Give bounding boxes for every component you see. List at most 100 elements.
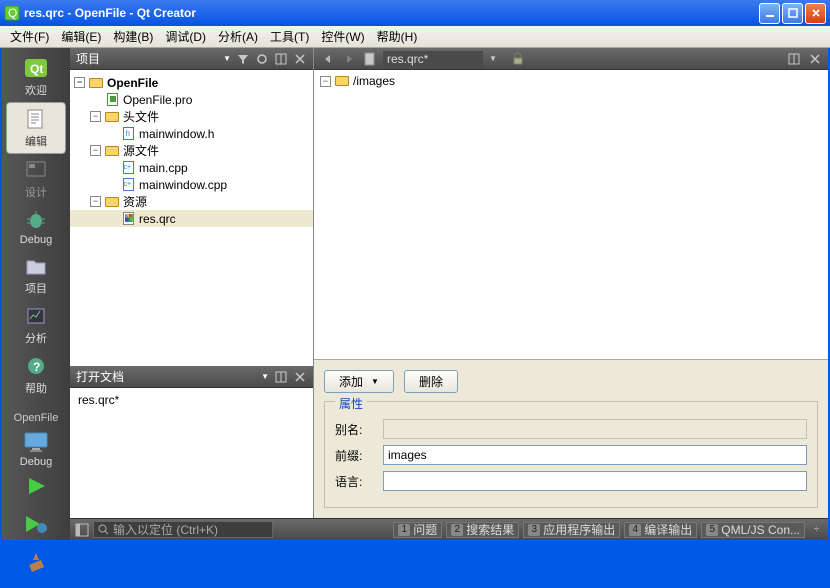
dropdown-icon[interactable]: ▼ (489, 54, 497, 63)
collapse-icon[interactable]: − (74, 77, 85, 88)
menubar: 文件(F) 编辑(E) 构建(B) 调试(D) 分析(A) 工具(T) 控件(W… (0, 26, 830, 48)
sync-icon[interactable] (254, 51, 269, 66)
tree-label: OpenFile (107, 76, 158, 90)
tree-label: 资源 (123, 193, 147, 210)
minimize-button[interactable] (759, 3, 780, 24)
mode-design[interactable]: 设计 (6, 154, 66, 204)
output-appout[interactable]: 3应用程序输出 (523, 522, 620, 538)
output-compout[interactable]: 4编译输出 (624, 522, 697, 538)
locator-placeholder: 输入以定位 (Ctrl+K) (113, 521, 218, 538)
open-doc-item[interactable]: res.qrc* (76, 392, 307, 408)
close-panel-icon[interactable] (292, 51, 307, 66)
split-editor-icon[interactable] (786, 51, 801, 66)
menu-debug[interactable]: 调试(D) (159, 26, 212, 47)
output-menu-icon[interactable]: ÷ (809, 522, 824, 537)
build-button[interactable] (22, 548, 50, 576)
design-icon (22, 158, 50, 182)
dropdown-icon[interactable]: ▼ (261, 372, 269, 381)
tree-label: res.qrc (139, 212, 176, 226)
nav-forward-icon[interactable] (341, 51, 356, 66)
project-icon (88, 76, 104, 90)
help-icon: ? (22, 354, 50, 378)
qrc-prefix-row[interactable]: − /images (320, 74, 822, 88)
editor-toolbar: res.qrc* ▼ (314, 48, 828, 70)
folder-icon (334, 74, 350, 88)
h-file-icon (120, 127, 136, 141)
properties-fieldset: 属性 别名: 前缀: (324, 401, 818, 508)
run-debug-button[interactable] (22, 510, 50, 538)
alias-input (383, 419, 807, 439)
tree-headers-folder[interactable]: − 头文件 (70, 108, 313, 125)
analyze-icon (22, 304, 50, 328)
kit-selector[interactable]: Debug (6, 426, 66, 472)
lang-input[interactable] (383, 471, 807, 491)
tree-mainwindow-h[interactable]: mainwindow.h (70, 125, 313, 142)
menu-edit[interactable]: 编辑(E) (55, 26, 107, 47)
close-panel-icon[interactable] (292, 369, 307, 384)
mode-analyze[interactable]: 分析 (6, 300, 66, 350)
tree-mainwindow-cpp[interactable]: mainwindow.cpp (70, 176, 313, 193)
locator-input[interactable]: 输入以定位 (Ctrl+K) (93, 521, 273, 538)
add-button[interactable]: 添加 (324, 370, 394, 393)
mode-bar: Qt 欢迎 编辑 设计 Debug 项目 分析 ? 帮助 OpenFile (2, 48, 70, 540)
tree-label: main.cpp (139, 161, 188, 175)
dropdown-icon[interactable]: ▼ (223, 54, 231, 63)
toggle-sidebar-icon[interactable] (74, 522, 89, 537)
tree-root[interactable]: − OpenFile (70, 74, 313, 91)
menu-widgets[interactable]: 控件(W) (315, 26, 370, 47)
tree-res-qrc[interactable]: res.qrc (70, 210, 313, 227)
qrc-prefix-label: /images (353, 74, 395, 88)
tree-label: mainwindow.cpp (139, 178, 227, 192)
collapse-icon[interactable]: − (320, 76, 331, 87)
menu-analyze[interactable]: 分析(A) (212, 26, 264, 47)
prefix-input[interactable] (383, 445, 807, 465)
filter-icon[interactable] (235, 51, 250, 66)
run-button[interactable] (22, 472, 50, 500)
file-selector[interactable]: res.qrc* (383, 51, 483, 67)
folder-icon (22, 254, 50, 278)
close-button[interactable] (805, 3, 826, 24)
tree-main-cpp[interactable]: main.cpp (70, 159, 313, 176)
split-icon[interactable] (273, 369, 288, 384)
mode-help[interactable]: ? 帮助 (6, 350, 66, 400)
collapse-icon[interactable]: − (90, 111, 101, 122)
mode-welcome[interactable]: Qt 欢迎 (6, 52, 66, 102)
tree-label: 头文件 (123, 108, 159, 125)
mode-projects[interactable]: 项目 (6, 250, 66, 300)
search-icon (98, 524, 109, 535)
tree-sources-folder[interactable]: − 源文件 (70, 142, 313, 159)
qrc-tree: − /images (314, 70, 828, 359)
qrc-editor: − /images 添加 删除 属性 (314, 70, 828, 518)
cpp-file-icon (120, 161, 136, 175)
tree-resources-folder[interactable]: − 资源 (70, 193, 313, 210)
maximize-button[interactable] (782, 3, 803, 24)
output-qmljs[interactable]: 5QML/JS Con... (701, 522, 805, 538)
lang-label: 语言: (335, 473, 375, 490)
tree-pro-file[interactable]: OpenFile.pro (70, 91, 313, 108)
bug-icon (22, 208, 50, 232)
menu-file[interactable]: 文件(F) (4, 26, 55, 47)
collapse-icon[interactable]: − (90, 145, 101, 156)
project-panel-title[interactable]: 项目 (76, 50, 219, 67)
qrc-properties-form: 添加 删除 属性 别名: 前缀: (314, 359, 828, 518)
remove-button[interactable]: 删除 (404, 370, 458, 393)
output-issues[interactable]: 1问题 (393, 522, 442, 538)
menu-help[interactable]: 帮助(H) (371, 26, 424, 47)
split-icon[interactable] (273, 51, 288, 66)
mode-debug[interactable]: Debug (6, 204, 66, 250)
monitor-icon (22, 430, 50, 454)
svg-text:?: ? (33, 360, 40, 374)
prefix-label: 前缀: (335, 447, 375, 464)
kit-project-label: OpenFile (14, 412, 59, 424)
output-search[interactable]: 2搜索结果 (446, 522, 519, 538)
output-bar: 输入以定位 (Ctrl+K) 1问题 2搜索结果 3应用程序输出 4编译输出 5… (70, 518, 828, 540)
collapse-icon[interactable]: − (90, 196, 101, 207)
nav-back-icon[interactable] (320, 51, 335, 66)
menu-build[interactable]: 构建(B) (107, 26, 159, 47)
lock-icon[interactable] (511, 51, 526, 66)
close-editor-icon[interactable] (807, 51, 822, 66)
svg-text:Q: Q (8, 6, 17, 20)
opendocs-title[interactable]: 打开文档 (76, 368, 257, 385)
menu-tools[interactable]: 工具(T) (264, 26, 315, 47)
mode-edit[interactable]: 编辑 (6, 102, 66, 154)
